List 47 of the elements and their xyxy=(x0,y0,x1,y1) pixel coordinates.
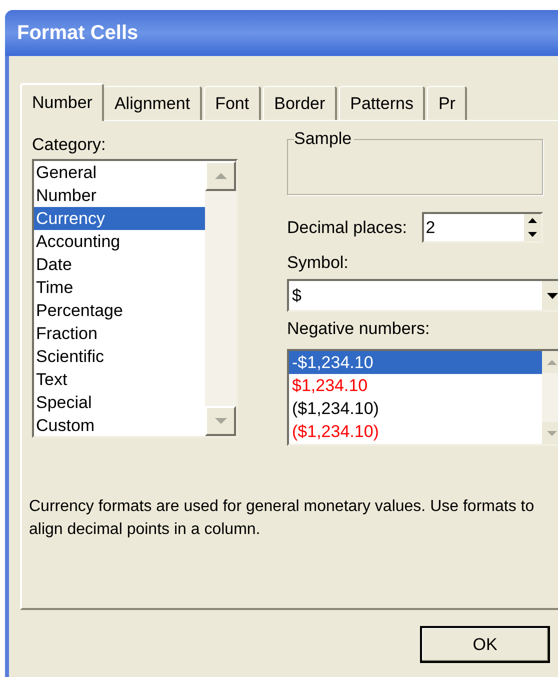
down-arrow-icon xyxy=(214,418,226,424)
negative-number-format[interactable]: -$1,234.10 xyxy=(289,351,542,374)
category-item[interactable]: Accounting xyxy=(34,230,205,253)
description-text: Currency formats are used for general monetary values. Use formats to align decimal points in a column. xyxy=(29,497,536,540)
tab[interactable]: Font xyxy=(204,86,262,120)
category-item[interactable]: Currency xyxy=(34,207,205,230)
tab[interactable]: Patterns xyxy=(339,86,426,120)
decimal-places-spinner[interactable]: 2 xyxy=(422,212,543,243)
symbol-dropdown[interactable]: $ xyxy=(287,279,558,312)
symbol-label: Symbol: xyxy=(287,253,350,273)
up-arrow-icon xyxy=(547,360,557,364)
decimal-places-value: 2 xyxy=(424,217,436,239)
ok-button[interactable]: OK xyxy=(420,626,550,663)
tab[interactable]: Pr xyxy=(427,86,468,120)
category-item[interactable]: Custom xyxy=(34,414,205,437)
category-item[interactable]: Date xyxy=(34,253,205,276)
decimal-places-label: Decimal places: xyxy=(287,216,408,239)
tab[interactable]: Alignment xyxy=(103,86,202,120)
negative-number-format[interactable]: ($1,234.10) xyxy=(289,397,542,420)
category-item[interactable]: Scientific xyxy=(34,345,205,368)
category-label: Category: xyxy=(32,135,107,155)
tab[interactable]: Border xyxy=(263,86,338,120)
category-item[interactable]: Text xyxy=(34,368,205,391)
scroll-up-button[interactable] xyxy=(205,161,236,191)
sample-label: Sample xyxy=(294,129,354,149)
category-item[interactable]: Special xyxy=(34,391,205,414)
down-arrow-icon xyxy=(528,232,537,237)
negative-number-format[interactable]: ($1,234.10) xyxy=(289,420,542,443)
dropdown-button[interactable] xyxy=(542,281,558,310)
scroll-down-button[interactable] xyxy=(205,406,236,436)
up-arrow-icon xyxy=(528,218,537,224)
up-arrow-icon xyxy=(214,173,226,179)
spin-up-button[interactable] xyxy=(524,214,541,228)
negative-number-format[interactable]: $1,234.10 xyxy=(289,374,542,397)
category-item[interactable]: Fraction xyxy=(34,322,205,345)
category-item[interactable]: Time xyxy=(34,276,205,299)
spin-down-button[interactable] xyxy=(524,228,541,241)
category-item[interactable]: Percentage xyxy=(34,299,205,322)
dropdown-arrow-icon xyxy=(546,292,558,298)
category-item[interactable]: Number xyxy=(34,184,205,207)
category-item[interactable]: General xyxy=(34,161,205,184)
tab[interactable]: Number xyxy=(20,83,104,121)
down-arrow-icon xyxy=(547,430,557,436)
symbol-value: $ xyxy=(291,285,302,307)
scrollbar[interactable] xyxy=(205,161,236,436)
window-title: Format Cells xyxy=(17,21,138,46)
negative-numbers-label: Negative numbers: xyxy=(287,319,431,339)
